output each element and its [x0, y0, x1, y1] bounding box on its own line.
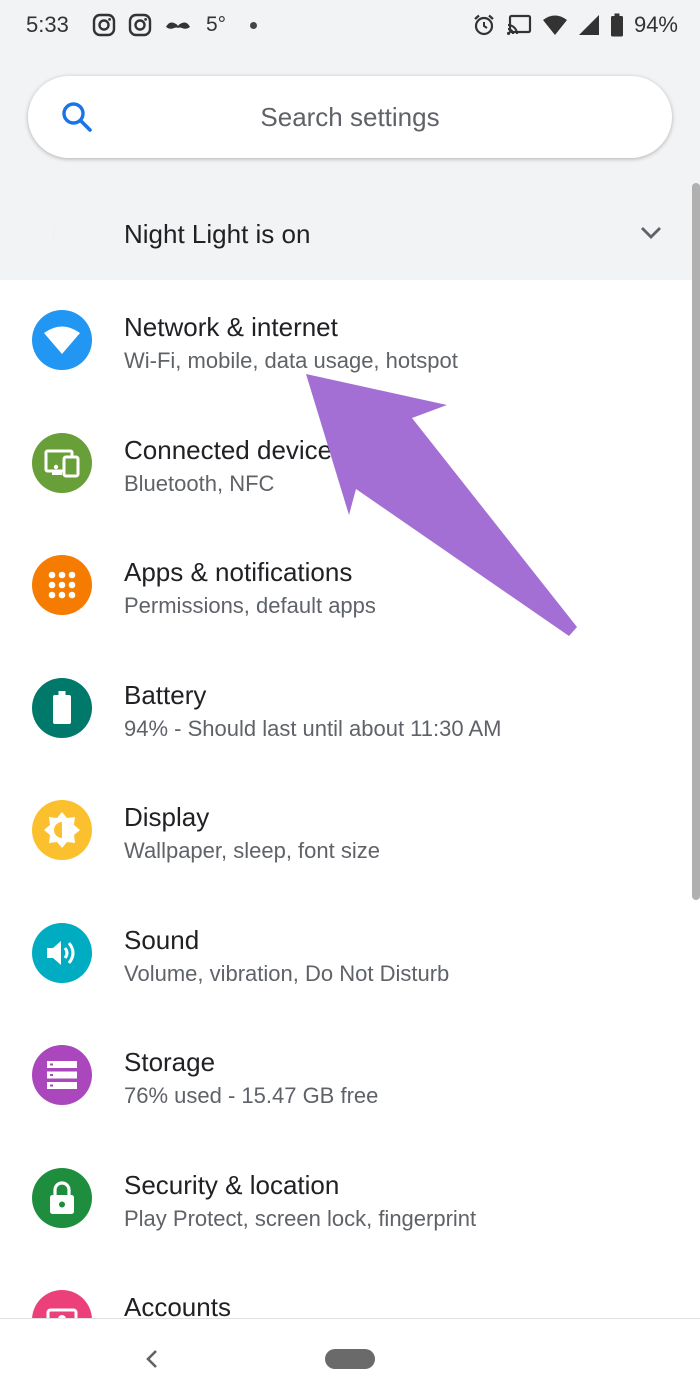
settings-item-subtitle: Wi-Fi, mobile, data usage, hotspot — [124, 348, 458, 373]
settings-item-title: Connected devices — [124, 434, 346, 465]
battery-icon — [53, 690, 71, 724]
storage-icon — [47, 1061, 77, 1089]
notification-dot — [250, 21, 258, 29]
status-time: 5:33 — [26, 12, 69, 37]
night-light-suggestion[interactable]: Night Light is on — [0, 190, 700, 280]
settings-item-title: Network & internet — [124, 312, 338, 342]
storage-icon-badge — [32, 1045, 92, 1105]
wifi-icon — [44, 326, 80, 354]
security-icon-badge — [32, 1167, 92, 1228]
search-placeholder: Search settings — [260, 102, 440, 132]
status-battery-percent: 94% — [633, 12, 678, 37]
settings-item-display[interactable]: Display Wallpaper, sleep, font size — [0, 770, 700, 893]
lock-icon — [50, 1180, 74, 1214]
settings-item-storage[interactable]: Storage 76% used - 15.47 GB free — [0, 1015, 700, 1138]
cast-icon — [506, 14, 532, 35]
brightness-icon — [44, 812, 80, 848]
settings-item-title: Battery — [124, 679, 207, 710]
wifi-icon — [542, 15, 567, 35]
sound-icon-badge — [32, 922, 92, 983]
settings-item-sound[interactable]: Sound Volume, vibration, Do Not Disturb — [0, 893, 700, 1016]
settings-item-apps[interactable]: Apps & notifications Permissions, defaul… — [0, 525, 700, 648]
home-pill-button[interactable] — [325, 1349, 375, 1369]
search-bar[interactable]: Search settings — [28, 76, 672, 158]
back-icon[interactable] — [140, 1347, 164, 1371]
navigation-bar — [0, 1318, 700, 1399]
settings-item-title: Sound — [124, 924, 200, 955]
apps-icon-badge — [32, 555, 92, 615]
settings-item-title: Storage — [124, 1047, 216, 1077]
settings-item-connected-devices[interactable]: Connected devices Bluetooth, NFC — [0, 403, 700, 526]
battery-icon — [610, 13, 623, 37]
settings-item-subtitle: Bluetooth, NFC — [124, 470, 275, 496]
settings-item-subtitle: 76% used - 15.47 GB free — [124, 1083, 379, 1108]
settings-item-battery[interactable]: Battery 94% - Should last until about 11… — [0, 648, 700, 771]
settings-item-subtitle: Wallpaper, sleep, font size — [124, 838, 380, 863]
display-icon-badge — [32, 800, 92, 860]
network-icon-badge — [32, 310, 92, 370]
alarm-icon — [474, 14, 494, 36]
status-left-icons: 5° — [92, 13, 258, 37]
settings-item-security[interactable]: Security & location Play Protect, screen… — [0, 1138, 700, 1261]
mustache-icon — [166, 22, 190, 29]
apps-grid-icon — [48, 571, 76, 599]
status-right-icons: 94% — [472, 12, 678, 38]
devices-icon-badge — [32, 432, 92, 493]
settings-item-subtitle: Permissions, default apps — [124, 593, 376, 618]
battery-icon-badge — [32, 677, 92, 738]
settings-item-subtitle: Play Protect, screen lock, fingerprint — [124, 1205, 477, 1231]
signal-icon — [578, 15, 599, 35]
settings-item-title: Security & location — [124, 1169, 340, 1200]
settings-item-subtitle: 94% - Should last until about 11:30 AM — [124, 715, 502, 741]
status-temperature: 5° — [206, 13, 227, 36]
status-bar: 5:33 5° 94% — [0, 0, 700, 50]
settings-item-title: Display — [124, 802, 210, 832]
chevron-down-icon[interactable] — [638, 222, 664, 242]
volume-icon — [47, 940, 75, 965]
scrollbar[interactable] — [692, 183, 700, 900]
instagram-icon — [92, 13, 116, 37]
devices-icon — [44, 449, 80, 477]
settings-item-subtitle: Volume, vibration, Do Not Disturb — [124, 960, 450, 986]
instagram-icon — [128, 13, 152, 37]
night-light-label: Night Light is on — [124, 219, 311, 249]
settings-list: Network & internet Wi-Fi, mobile, data u… — [0, 280, 700, 1383]
settings-item-network[interactable]: Network & internet Wi-Fi, mobile, data u… — [0, 280, 700, 403]
moon-icon — [52, 217, 70, 251]
settings-item-title: Apps & notifications — [124, 557, 353, 587]
